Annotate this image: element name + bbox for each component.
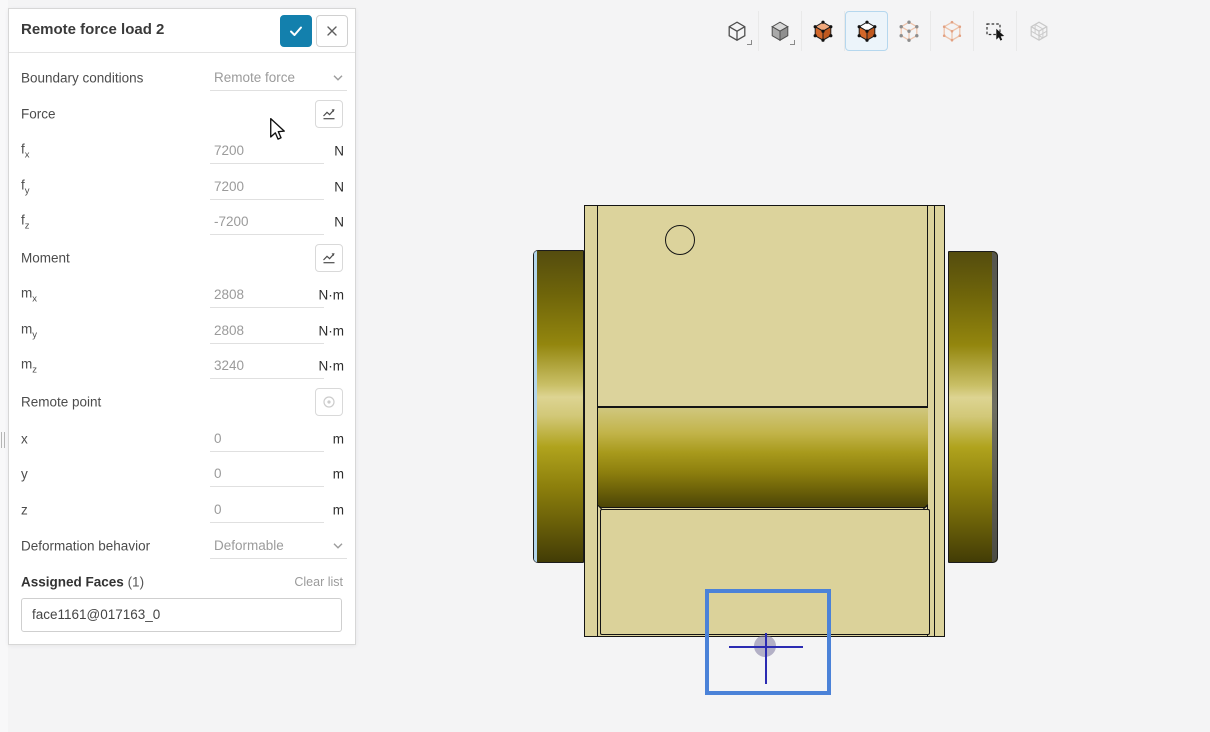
mx-input[interactable]: 2808 <box>210 282 324 308</box>
select-vertices-cube-icon[interactable] <box>888 11 931 51</box>
fx-input[interactable]: 7200 <box>210 138 324 164</box>
mx-unit: N·m <box>319 288 345 303</box>
close-button[interactable] <box>316 15 348 47</box>
moment-section-row: Moment <box>21 240 344 276</box>
remote-point-pick-button[interactable] <box>315 388 343 416</box>
remote-x-unit: m <box>333 432 344 447</box>
boundary-conditions-select[interactable]: Remote force <box>210 65 347 91</box>
fy-row: fy 7200 N <box>21 169 344 205</box>
mesh-cube-icon[interactable] <box>1017 11 1060 51</box>
remote-y-unit: m <box>333 467 344 482</box>
wireframe-cube-icon[interactable] <box>716 11 759 51</box>
close-icon <box>325 24 339 38</box>
remote-y-input[interactable]: 0 <box>210 461 324 487</box>
fz-row: fz -7200 N <box>21 204 344 240</box>
remote-x-row: x 0 m <box>21 421 344 457</box>
fy-unit: N <box>334 180 344 195</box>
remote-force-settings-panel: Remote force load 2 Boundary conditions … <box>8 8 356 645</box>
assigned-faces-header: Assigned Faces (1) Clear list <box>21 567 344 597</box>
target-icon <box>321 394 337 410</box>
shaded-cube-icon[interactable] <box>759 11 802 51</box>
assigned-faces-label: Assigned Faces <box>21 575 124 590</box>
chevron-down-icon <box>333 543 343 549</box>
remote-point-label: Remote point <box>21 395 101 410</box>
force-label: Force <box>21 107 56 122</box>
dropdown-corner-mark <box>747 40 752 45</box>
my-input[interactable]: 2808 <box>210 318 324 344</box>
dropdown-corner-mark <box>790 40 795 45</box>
model-right-cylinder-face[interactable] <box>948 251 998 563</box>
force-section-row: Force <box>21 96 344 132</box>
moment-label: Moment <box>21 251 70 266</box>
mz-input[interactable]: 3240 <box>210 353 324 379</box>
my-row: my 2808 N·m <box>21 313 344 349</box>
panel-title: Remote force load 2 <box>21 21 164 38</box>
assigned-face-item[interactable]: face1161@017163_0 <box>21 598 342 632</box>
force-table-input-button[interactable] <box>315 100 343 128</box>
line-chart-icon <box>321 250 337 266</box>
model-main-body-face[interactable] <box>584 205 945 637</box>
model-edge-line <box>934 206 935 636</box>
boundary-conditions-label: Boundary conditions <box>21 71 143 86</box>
fx-unit: N <box>334 144 344 159</box>
fx-row: fx 7200 N <box>21 133 344 169</box>
marquee-select-icon[interactable] <box>974 11 1017 51</box>
line-chart-icon <box>321 106 337 122</box>
mz-row: mz 3240 N·m <box>21 348 344 384</box>
check-icon <box>288 23 304 39</box>
panel-header: Remote force load 2 <box>9 9 355 53</box>
select-faces-cube-icon[interactable] <box>845 11 888 51</box>
select-edges-cube-icon[interactable] <box>931 11 974 51</box>
mz-unit: N·m <box>319 359 345 374</box>
remote-x-input[interactable]: 0 <box>210 426 324 452</box>
remote-y-row: y 0 m <box>21 456 344 492</box>
panel-resize-grip[interactable] <box>1 432 5 448</box>
model-right-cylinder-edge <box>992 252 997 562</box>
model-bearing-band-face[interactable] <box>598 408 929 508</box>
select-volumes-cube-icon[interactable] <box>802 11 845 51</box>
remote-z-unit: m <box>333 503 344 518</box>
chevron-down-icon <box>333 75 343 81</box>
fy-input[interactable]: 7200 <box>210 174 324 200</box>
remote-point-crosshair-vertical <box>765 633 767 684</box>
my-unit: N·m <box>319 324 345 339</box>
deformation-behavior-label: Deformation behavior <box>21 539 150 554</box>
remote-point-section-row: Remote point <box>21 384 344 420</box>
deformation-behavior-select[interactable]: Deformable <box>210 533 347 559</box>
selection-toolbar <box>716 11 1060 51</box>
fz-unit: N <box>334 215 344 230</box>
model-left-cylinder-face[interactable] <box>533 250 584 563</box>
moment-table-input-button[interactable] <box>315 244 343 272</box>
confirm-button[interactable] <box>280 15 312 47</box>
deformation-behavior-row: Deformation behavior Deformable <box>21 528 344 564</box>
remote-z-input[interactable]: 0 <box>210 497 324 523</box>
mouse-cursor <box>269 118 286 141</box>
app-window: Remote force load 2 Boundary conditions … <box>0 0 1210 732</box>
mx-row: mx 2808 N·m <box>21 277 344 313</box>
remote-z-row: z 0 m <box>21 492 344 528</box>
boundary-conditions-row: Boundary conditions Remote force <box>21 60 344 96</box>
assigned-faces-count: (1) <box>128 575 145 590</box>
model-left-cylinder-cap-highlight <box>534 251 537 562</box>
clear-list-link[interactable]: Clear list <box>294 575 343 589</box>
model-hole[interactable] <box>665 225 695 255</box>
fz-input[interactable]: -7200 <box>210 209 324 235</box>
